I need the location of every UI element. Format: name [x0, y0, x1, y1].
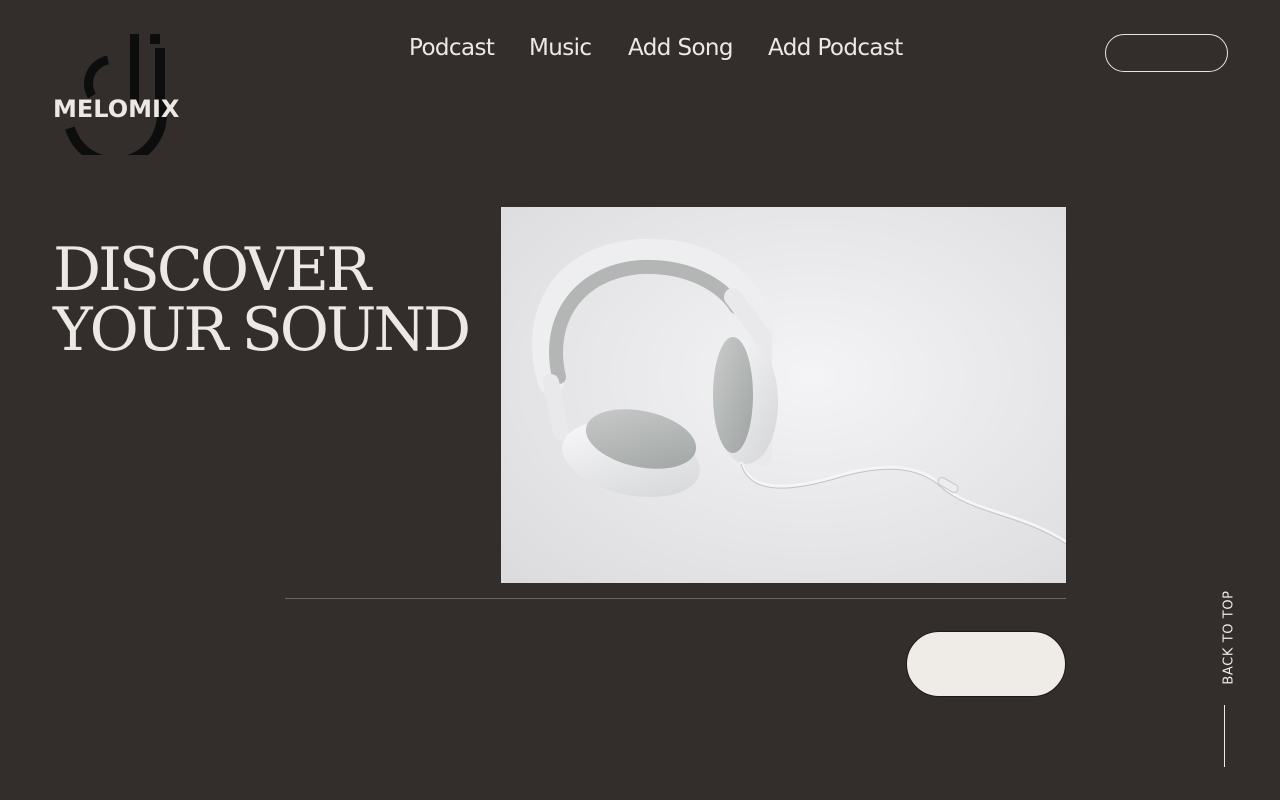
cta-button[interactable]	[906, 631, 1066, 697]
back-to-top-link[interactable]: BACK TO TOP	[1212, 585, 1242, 775]
hero-title-line-2: YOUR SOUND	[53, 295, 471, 365]
nav-item-add-song[interactable]: Add Song	[628, 31, 733, 65]
hero-title: DISCOVER YOUR SOUND	[53, 235, 471, 365]
nav-item-podcast[interactable]: Podcast	[409, 31, 495, 65]
header-pill-button[interactable]	[1105, 34, 1228, 72]
section-divider	[285, 598, 1066, 599]
white-headphones-image	[501, 207, 1066, 583]
back-to-top-label: BACK TO TOP	[1221, 590, 1237, 685]
page: MELOMIX Podcast Music Add Song Add Podca…	[0, 0, 1280, 800]
brand-name: MELOMIX	[53, 95, 180, 123]
back-to-top-line	[1224, 705, 1225, 767]
nav-item-add-podcast[interactable]: Add Podcast	[768, 31, 903, 65]
main-nav: Podcast Music Add Song Add Podcast	[0, 31, 1280, 65]
hero-title-line-1: DISCOVER	[53, 235, 371, 305]
nav-item-music[interactable]: Music	[529, 31, 592, 65]
